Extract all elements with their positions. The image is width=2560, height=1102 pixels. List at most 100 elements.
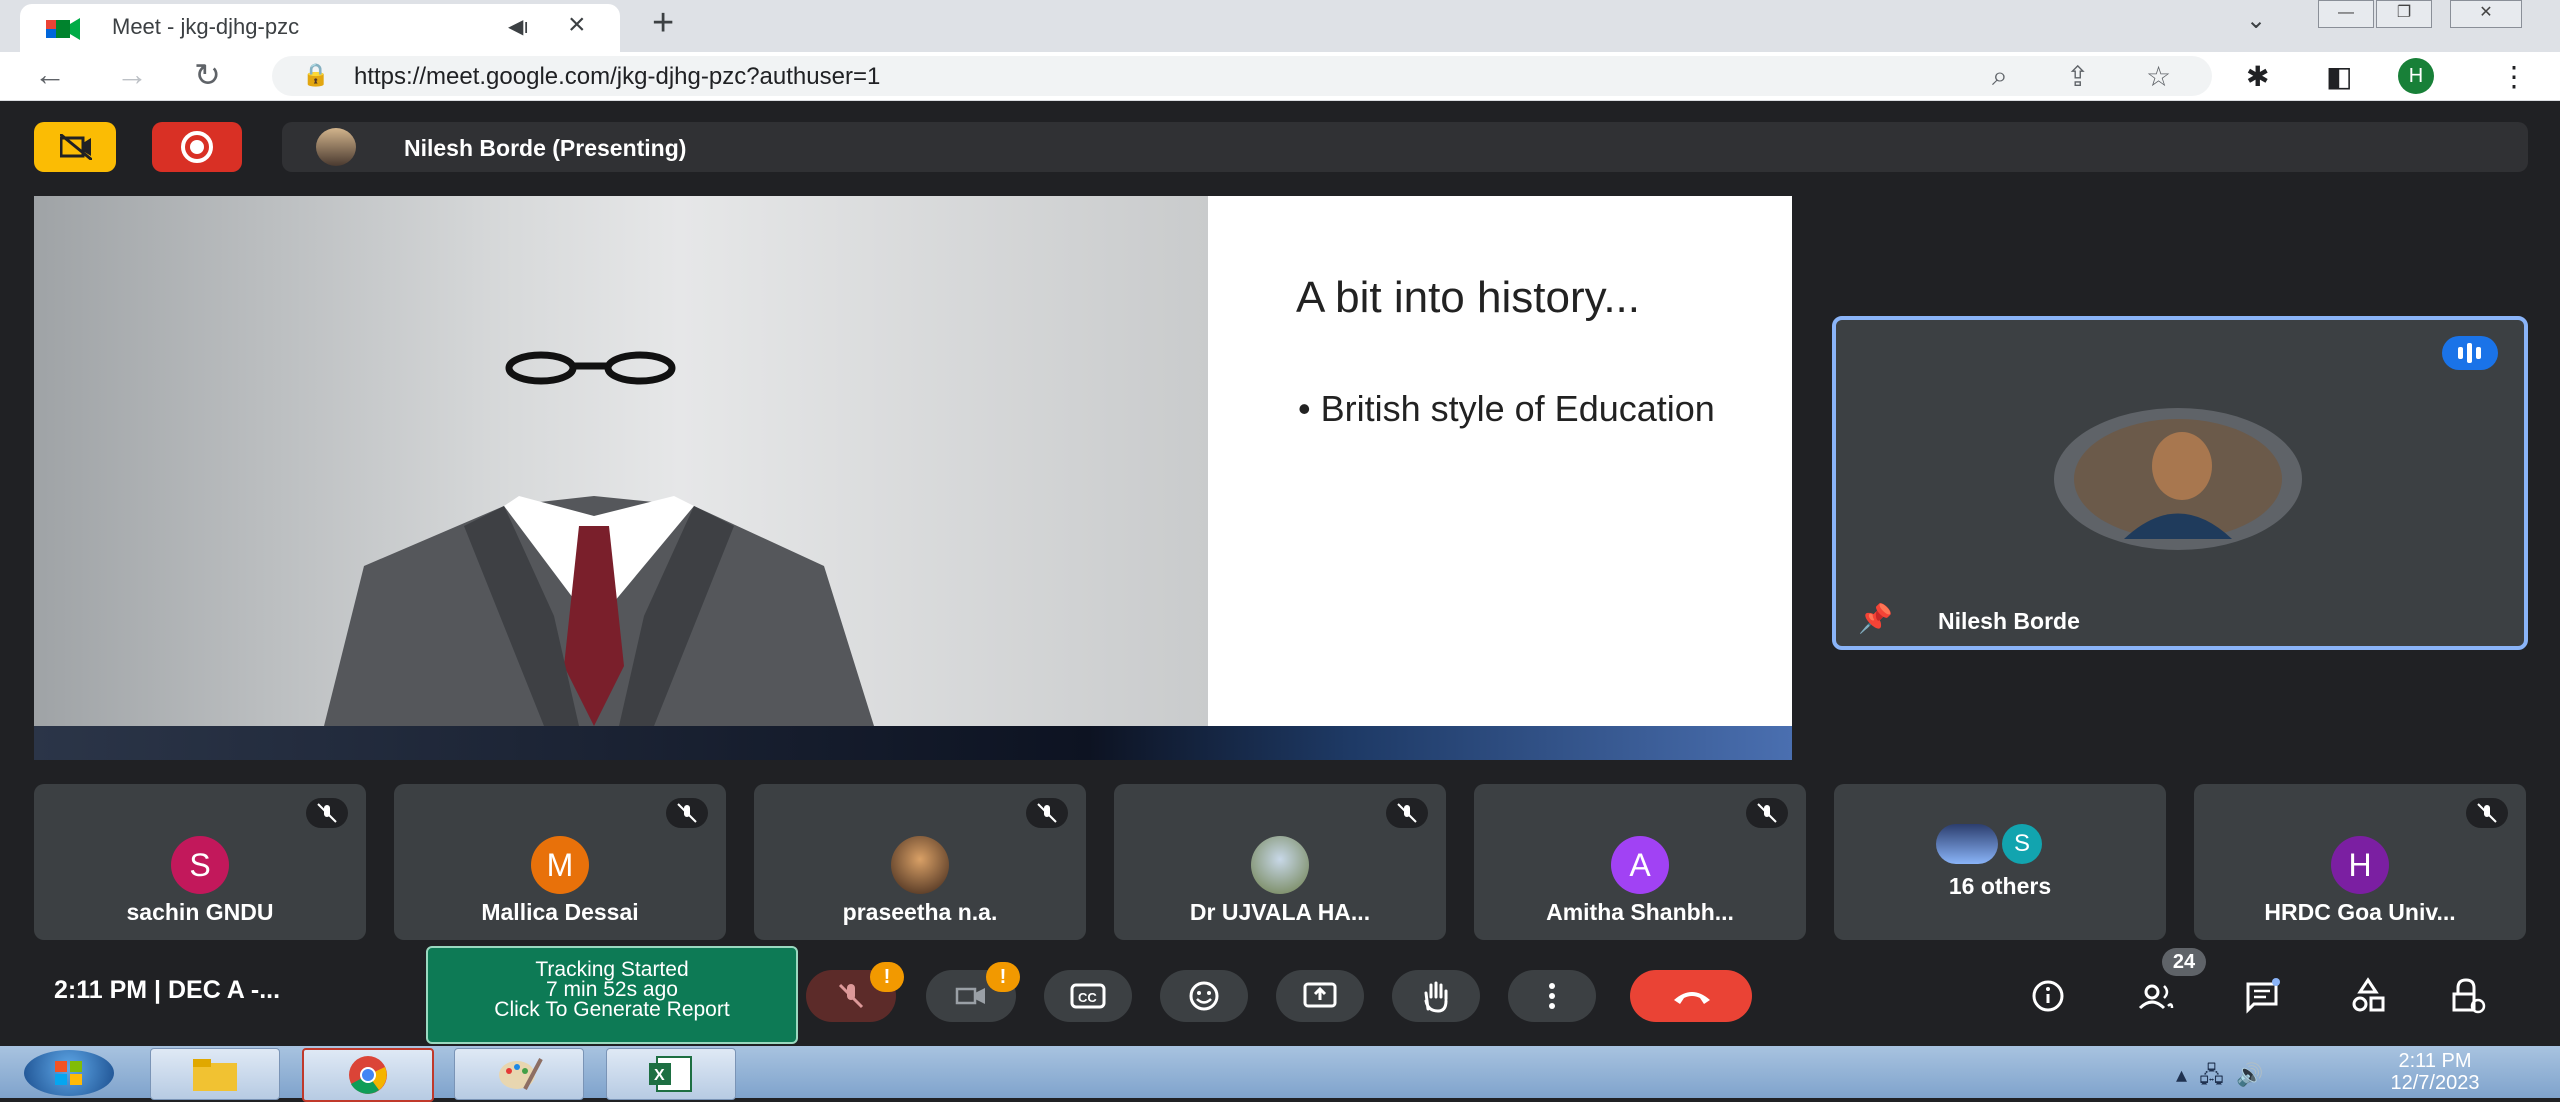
activities-icon: [2352, 977, 2385, 1012]
back-icon[interactable]: ←: [34, 56, 66, 93]
others-tile[interactable]: S 16 others: [1834, 784, 2166, 940]
reactions-button[interactable]: [1160, 970, 1248, 1022]
chat-icon: [2246, 978, 2280, 1014]
avatar: S: [2002, 824, 2042, 864]
leave-call-button[interactable]: [1630, 970, 1752, 1022]
tab-title: Meet - jkg-djhg-pzc: [112, 14, 300, 39]
speaking-indicator: [2442, 336, 2498, 370]
url-text[interactable]: https://meet.google.com/jkg-djhg-pzc?aut…: [354, 63, 880, 91]
taskbar-clock[interactable]: 2:11 PM 12/7/2023: [2350, 1050, 2520, 1094]
presenting-label: Nilesh Borde (Presenting): [404, 135, 687, 161]
svg-text:X: X: [654, 1067, 665, 1084]
mic-off-icon: [1386, 798, 1428, 828]
tracking-line1: Tracking Started: [535, 958, 689, 981]
speaker-icon[interactable]: ◀ı: [508, 14, 529, 39]
browser-tab[interactable]: Meet - jkg-djhg-pzc ◀ı ×: [20, 4, 620, 52]
new-tab-icon[interactable]: +: [652, 2, 674, 45]
participant-tile[interactable]: A Amitha Shanbh...: [1474, 784, 1806, 940]
hang-up-icon: [1674, 992, 1710, 1004]
mic-off-icon: [838, 983, 864, 1009]
close-window-icon[interactable]: ✕: [2450, 0, 2522, 28]
participant-tile[interactable]: Dr UJVALA HA...: [1114, 784, 1446, 940]
windows-logo-icon: [55, 1061, 82, 1085]
participant-tile[interactable]: S sachin GNDU: [34, 784, 366, 940]
chat-button[interactable]: [2234, 970, 2290, 1022]
others-avatar: [1936, 824, 1998, 864]
activities-button[interactable]: [2340, 970, 2396, 1022]
meeting-time: 2:11 PM | DEC A -...: [54, 976, 281, 1004]
more-vert-icon: [1549, 983, 1555, 1009]
participant-name: praseetha n.a.: [842, 899, 998, 925]
zoom-icon[interactable]: ⌕: [1992, 60, 2008, 93]
minimize-icon[interactable]: —: [2318, 0, 2374, 28]
clock-time: 2:11 PM: [2398, 1050, 2472, 1072]
glasses-icon: [505, 351, 676, 385]
excel-taskbar-button[interactable]: X: [606, 1048, 736, 1100]
captions-button[interactable]: CC: [1044, 970, 1132, 1022]
chevron-down-icon[interactable]: ⌄: [2246, 6, 2266, 35]
mic-off-icon: [1746, 798, 1788, 828]
system-tray-icons[interactable]: ▴ 🖧 🔊: [2176, 1058, 2263, 1096]
start-button[interactable]: [24, 1050, 114, 1096]
forward-icon[interactable]: →: [116, 56, 148, 93]
participant-name: Mallica Dessai: [481, 899, 639, 925]
others-count: 16 others: [1948, 873, 2052, 899]
more-options-button[interactable]: [1508, 970, 1596, 1022]
share-icon[interactable]: ⇪: [2066, 60, 2089, 93]
chrome-taskbar-button[interactable]: [302, 1048, 434, 1102]
participant-tile[interactable]: praseetha n.a.: [754, 784, 1086, 940]
participant-name: Amitha Shanbh...: [1546, 899, 1734, 925]
participant-tile[interactable]: M Mallica Dessai: [394, 784, 726, 940]
reload-icon[interactable]: ↻: [194, 56, 221, 94]
presenting-bar: Nilesh Borde (Presenting): [282, 122, 2528, 172]
host-controls-button[interactable]: [2440, 970, 2496, 1022]
meet-favicon-icon: [46, 18, 80, 40]
restore-icon[interactable]: ❐: [2376, 0, 2432, 28]
explorer-taskbar-button[interactable]: [150, 1048, 280, 1100]
paint-taskbar-button[interactable]: [454, 1048, 584, 1100]
raise-hand-button[interactable]: [1392, 970, 1480, 1022]
record-button[interactable]: [152, 122, 242, 172]
lock-icon[interactable]: 🔒: [302, 62, 329, 88]
close-tab-icon[interactable]: ×: [568, 8, 586, 42]
mic-off-icon: [2466, 798, 2508, 828]
speaker-name: Nilesh Borde: [1938, 608, 2080, 634]
bookmark-star-icon[interactable]: ☆: [2146, 60, 2171, 93]
slide-bullet-text: British style of Education: [1320, 388, 1715, 429]
pin-icon[interactable]: 📌: [1858, 602, 1893, 635]
hand-icon: [1424, 981, 1448, 1013]
participant-name: Dr UJVALA HA...: [1189, 899, 1371, 925]
participant-tile[interactable]: H HRDC Goa Univ...: [2194, 784, 2526, 940]
camera-warning-badge: !: [986, 962, 1020, 992]
slide-footer-strip: [34, 726, 1792, 760]
camera-off-indicator[interactable]: [34, 122, 116, 172]
meeting-info-button[interactable]: [2020, 970, 2076, 1022]
browser-tab-bar: Meet - jkg-djhg-pzc ◀ı × + ⌄ — ❐ ✕: [0, 0, 2560, 52]
avatar: A: [1611, 836, 1669, 894]
avatar: [1251, 836, 1309, 894]
suit-illustration: [324, 351, 874, 726]
audio-level-icon: [2458, 343, 2481, 363]
captions-icon: CC: [1070, 983, 1106, 1009]
chrome-icon: [349, 1056, 387, 1094]
tracking-report-button[interactable]: Tracking Started 7 min 52s ago Click To …: [426, 946, 798, 1044]
side-panel-icon[interactable]: ◧: [2326, 60, 2352, 93]
avatar: [891, 836, 949, 894]
folder-icon: [193, 1059, 237, 1091]
tracking-line2: 7 min 52s ago: [546, 978, 678, 1001]
slide-image: [34, 196, 1208, 726]
menu-icon[interactable]: ⋮: [2500, 60, 2528, 93]
speaker-tile[interactable]: 📌 Nilesh Borde: [1832, 316, 2528, 650]
profile-avatar[interactable]: H: [2398, 58, 2434, 94]
address-bar[interactable]: 🔒 https://meet.google.com/jkg-djhg-pzc?a…: [272, 56, 2212, 96]
present-button[interactable]: [1276, 970, 1364, 1022]
extensions-icon[interactable]: ✱: [2246, 60, 2269, 93]
clock-date: 12/7/2023: [2390, 1072, 2480, 1094]
participant-name: sachin GNDU: [126, 899, 274, 925]
mic-warning-badge: !: [870, 962, 904, 992]
browser-toolbar: ← → ↻ 🔒 https://meet.google.com/jkg-djhg…: [0, 52, 2560, 101]
avatar: M: [531, 836, 589, 894]
mic-off-icon: [306, 798, 348, 828]
people-button[interactable]: [2128, 970, 2184, 1022]
info-icon: [2032, 980, 2064, 1012]
